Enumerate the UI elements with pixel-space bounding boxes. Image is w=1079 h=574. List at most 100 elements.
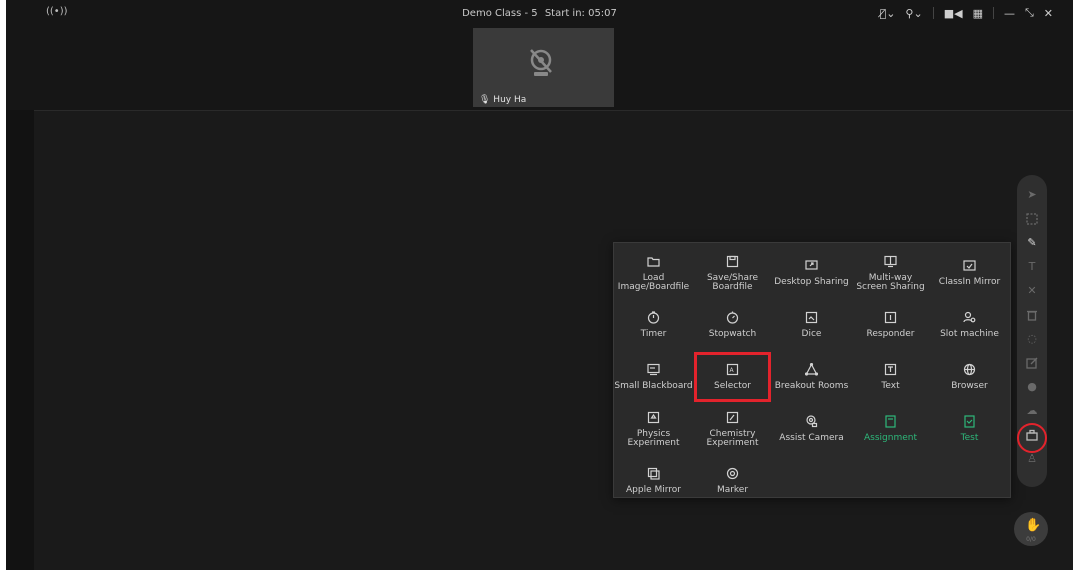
tool-text[interactable]: Text <box>851 351 930 403</box>
layout-grid-icon[interactable]: ▦ <box>973 7 983 20</box>
camera-icon[interactable]: ■◀ <box>944 7 963 20</box>
mirror-icon <box>963 260 976 271</box>
slot-machine-icon <box>963 311 976 323</box>
marker-icon <box>726 467 739 480</box>
folder-icon <box>647 256 660 267</box>
browser-icon <box>963 363 976 376</box>
shape-icon[interactable]: ◌ <box>1026 333 1038 345</box>
breakout-icon <box>805 363 818 376</box>
close-icon[interactable]: ✕ <box>1044 7 1053 20</box>
tool-test[interactable]: Test <box>930 403 1009 455</box>
camera-off-icon <box>530 49 552 76</box>
tool-label: Save/Share Boardfile <box>706 272 759 292</box>
minimize-icon[interactable]: — <box>1004 7 1015 20</box>
user-icon[interactable]: ♙ <box>1026 453 1038 465</box>
mic-dropdown-icon[interactable]: 🎙̸⌄ <box>880 7 896 20</box>
tool-responder[interactable]: Responder <box>851 299 930 351</box>
save-icon <box>726 255 739 267</box>
tool-apple-mirror[interactable]: Apple Mirror <box>614 455 693 507</box>
tool-browser[interactable]: Browser <box>930 351 1009 403</box>
tool-label: Stopwatch <box>708 329 757 339</box>
tool-slot-machine[interactable]: Slot machine <box>930 299 1009 351</box>
apple-mirror-icon <box>647 467 660 480</box>
tool-multi-way-screen-sharing[interactable]: Multi-way Screen Sharing <box>851 247 930 299</box>
text-icon <box>884 363 897 376</box>
tool-marker[interactable]: Marker <box>693 455 772 507</box>
pointer-icon[interactable]: ➤ <box>1026 189 1038 201</box>
tool-label: Multi-way Screen Sharing <box>856 272 925 292</box>
tool-label: Assignment <box>864 433 917 443</box>
tool-dice[interactable]: Dice <box>772 299 851 351</box>
tool-classin-mirror[interactable]: ClassIn Mirror <box>930 247 1009 299</box>
responder-icon <box>884 311 897 324</box>
hand-icon: ✋ <box>1025 518 1042 533</box>
exit-fullscreen-icon[interactable]: ⤡ <box>1025 6 1034 20</box>
timer-icon <box>647 311 660 324</box>
trash-icon[interactable] <box>1026 309 1038 321</box>
video-tile[interactable]: 🎙 Huy Ha <box>473 28 614 107</box>
tool-breakout-rooms[interactable]: Breakout Rooms <box>772 351 851 403</box>
tool-label: Browser <box>951 381 988 391</box>
screen-share-icon <box>805 260 818 270</box>
tool-save-share-boardfile[interactable]: Save/Share Boardfile <box>693 247 772 299</box>
tool-assist-camera[interactable]: Assist Camera <box>772 403 851 455</box>
tool-selector[interactable]: A Selector <box>693 351 772 403</box>
test-icon <box>964 415 975 428</box>
raise-hand-button[interactable]: ✋ 0/0 <box>1014 512 1048 546</box>
class-name: Demo Class - 5 <box>462 8 538 19</box>
tool-label: Assist Camera <box>779 433 844 443</box>
toolbox-grid: Load Image/Boardfile Save/Share Boardfile… <box>614 243 1010 507</box>
window-controls: 🎙̸⌄ ⚲⌄ ■◀ ▦ — ⤡ ✕ <box>880 6 1053 20</box>
svg-text:A: A <box>730 367 735 374</box>
text-tool-icon[interactable]: T <box>1026 261 1038 273</box>
chat-icon[interactable]: ● <box>1026 381 1038 393</box>
dice-icon <box>805 311 818 324</box>
video-user-name: 🎙 Huy Ha <box>479 95 527 105</box>
blackboard-icon <box>647 363 660 376</box>
tool-physics-experiment[interactable]: Physics Experiment <box>614 403 693 455</box>
cloud-icon[interactable]: ☁ <box>1026 405 1038 417</box>
tool-label: Physics Experiment <box>627 428 680 448</box>
classroom-window: ((•)) Demo Class - 5 Start in: 05:07 🎙̸⌄… <box>6 0 1073 570</box>
tool-timer[interactable]: Timer <box>614 299 693 351</box>
pen-icon[interactable]: ✎ <box>1026 237 1038 249</box>
tool-label: Responder <box>866 329 915 339</box>
tool-label: Breakout Rooms <box>774 381 849 391</box>
toolbox-panel: Load Image/Boardfile Save/Share Boardfile… <box>613 242 1011 498</box>
chemistry-icon <box>726 411 739 423</box>
tool-label: Text <box>881 381 900 391</box>
tool-desktop-sharing[interactable]: Desktop Sharing <box>772 247 851 299</box>
tool-label: Small Blackboard <box>614 381 693 391</box>
tool-label: Desktop Sharing <box>774 277 849 287</box>
tool-assignment[interactable]: Assignment <box>851 403 930 455</box>
top-bar: ((•)) Demo Class - 5 Start in: 05:07 🎙̸⌄… <box>6 0 1073 111</box>
camera-icon <box>806 415 818 428</box>
tool-label: Selector <box>714 381 751 391</box>
tool-label: Test <box>960 433 979 443</box>
area-select-icon[interactable] <box>1026 213 1038 225</box>
tool-label: Dice <box>801 329 822 339</box>
tool-chemistry-experiment[interactable]: Chemistry Experiment <box>693 403 772 455</box>
multi-screen-icon <box>884 255 897 267</box>
tool-label: Load Image/Boardfile <box>617 272 690 292</box>
divider <box>992 7 994 19</box>
physics-icon <box>647 411 660 423</box>
selector-icon: A <box>726 363 739 376</box>
speaker-dropdown-icon[interactable]: ⚲⌄ <box>905 7 922 20</box>
tool-label: ClassIn Mirror <box>938 277 1001 287</box>
edit-icon[interactable] <box>1026 357 1038 369</box>
divider <box>932 7 934 19</box>
hand-count: 0/0 <box>1026 536 1036 543</box>
highlight-circle <box>1017 423 1047 453</box>
tool-load-image-boardfile[interactable]: Load Image/Boardfile <box>614 247 693 299</box>
left-strip <box>6 110 34 570</box>
stopwatch-icon <box>726 311 739 324</box>
tool-small-blackboard[interactable]: Small Blackboard <box>614 351 693 403</box>
start-countdown: Start in: 05:07 <box>544 8 617 19</box>
tool-label: Chemistry Experiment <box>706 428 759 448</box>
tool-label: Timer <box>640 329 667 339</box>
tool-stopwatch[interactable]: Stopwatch <box>693 299 772 351</box>
assignment-icon <box>885 415 896 428</box>
eraser-icon[interactable]: ✕ <box>1026 285 1038 297</box>
tool-label: Marker <box>716 485 749 495</box>
